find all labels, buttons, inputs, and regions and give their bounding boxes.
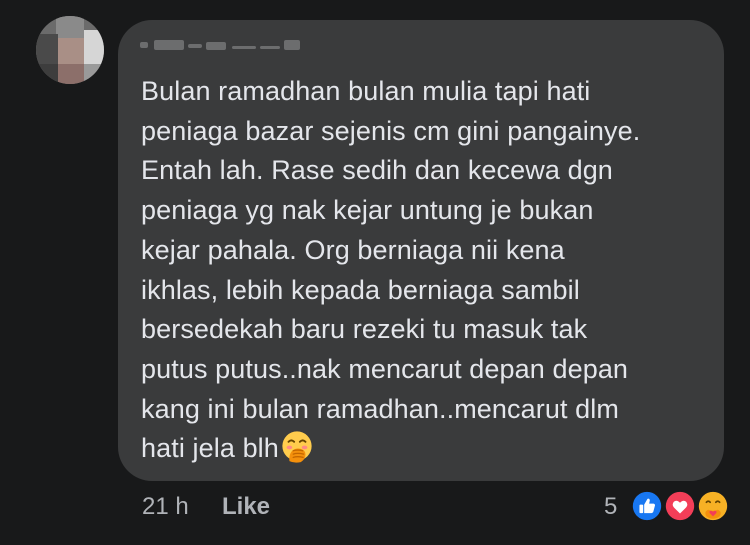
face-with-hand-over-mouth-icon [282,431,312,463]
comment-line: peniaga yg nak kejar untung je bukan [141,195,594,226]
comment-screen: Bulan ramadhan bulan mulia tapi hati pen… [0,0,750,545]
comment-line: ikhlas, lebih kepada berniaga sambil [141,274,580,305]
comment-line: hati jela blh [141,433,279,464]
care-icon [696,489,730,523]
comment-last-line: hati jela blh [141,429,721,469]
comment-line: bersedekah baru rezeki tu masuk tak [141,314,588,345]
redaction-block [260,46,280,49]
comment-line: putus putus..nak mencarut depan depan [141,353,629,384]
redaction-block [232,46,256,49]
like-button[interactable]: Like [222,490,270,524]
comment-line: peniaga bazar sejenis cm gini pangainye. [141,115,641,146]
avatar-pixel [36,34,58,64]
avatar[interactable] [36,16,104,84]
avatar-pixel [84,30,104,64]
comment-timestamp[interactable]: 21 h [142,490,189,524]
avatar-pixel [56,16,84,38]
comment-line: Entah lah. Rase sedih dan kecewa dgn [141,155,613,186]
avatar-pixel [36,64,58,84]
comment-line: kejar pahala. Org berniaga nii kena [141,234,565,265]
comment-text: Bulan ramadhan bulan mulia tapi hati pen… [141,72,721,469]
redaction-block [154,40,184,50]
redaction-block [206,42,226,50]
redaction-block [188,44,202,48]
avatar-pixel [84,64,104,84]
like-icon [630,489,664,523]
comment-line: kang ini bulan ramadhan..mencarut dlm [141,393,619,424]
reaction-count[interactable]: 5 [604,490,617,524]
comment-line: Bulan ramadhan bulan mulia tapi hati [141,76,591,106]
avatar-pixel [58,64,84,84]
commenter-name-redacted[interactable] [140,38,310,54]
redaction-block [284,40,300,50]
love-icon [663,489,697,523]
reaction-summary[interactable] [630,488,730,526]
redaction-block [140,42,148,48]
